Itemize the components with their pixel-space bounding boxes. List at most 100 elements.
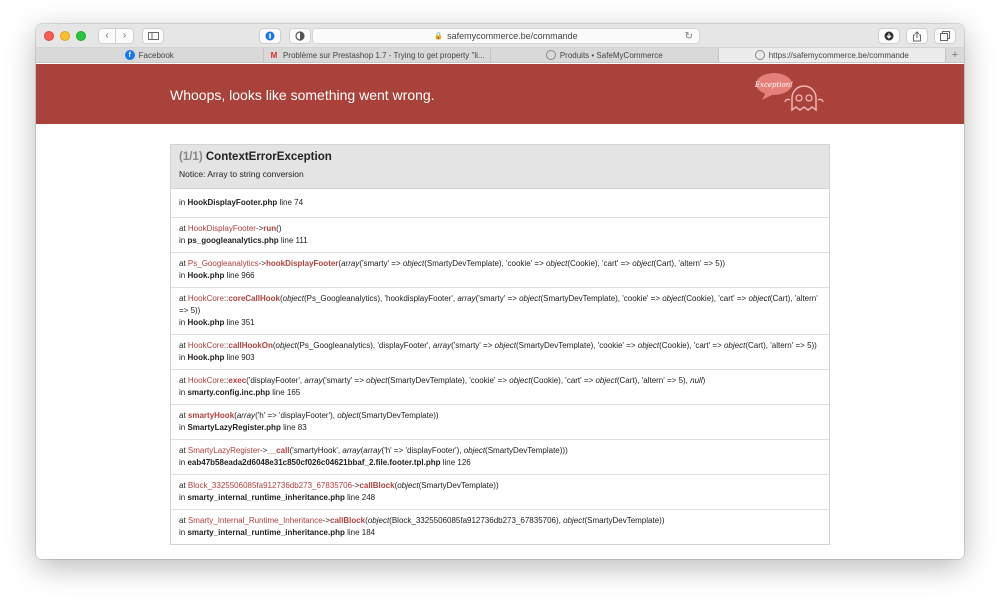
safemycommerce-icon [545,50,556,60]
trace-separator: -> [258,259,266,268]
trace-line: line 83 [283,423,307,432]
tab-facebook[interactable]: f Facebook [36,48,264,62]
new-tab-button[interactable]: + [946,48,964,62]
tab-label: https://safemycommerce.be/commande [768,50,909,60]
trace-function[interactable]: exec [228,376,246,385]
at-label: at [179,411,186,420]
trace-function[interactable]: callHookOn [228,341,272,350]
tabs-icon [940,31,950,41]
address-url: safemycommerce.be/commande [447,31,578,41]
address-bar[interactable]: 🔒 safemycommerce.be/commande ↻ [312,28,700,44]
trace-call: at HookCore::exec('displayFooter', array… [179,375,821,387]
sidebar-icon [147,31,159,40]
shield-half-icon [295,31,305,41]
trace-class[interactable]: Ps_Googleanalytics [188,259,259,268]
chevron-right-icon: › [122,30,127,41]
trace-row: at smartyHook(array('h' => 'displayFoote… [171,405,829,440]
trace-args: object(Block_3325506085fa912736db273_678… [367,516,665,525]
tab-commande[interactable]: https://safemycommerce.be/commande [718,48,946,62]
trace-file[interactable]: smarty_internal_runtime_inheritance.php [187,493,344,502]
tab-overview-button[interactable] [934,28,956,44]
trace-class[interactable]: Block_3325506085fa912736db273_67835706 [188,481,352,490]
trace-file[interactable]: smarty_internal_runtime_inheritance.php [187,528,344,537]
trace-file[interactable]: Hook.php [187,271,224,280]
in-label: in [179,493,186,502]
trace-function[interactable]: run [263,224,276,233]
trace-call: at smartyHook(array('h' => 'displayFoote… [179,410,821,422]
back-button[interactable]: ‹ [98,27,116,44]
in-label: in [179,271,186,280]
trace-line: line 248 [347,493,376,502]
share-button[interactable] [906,28,928,44]
trace-row: at Block_3325506085fa912736db273_6783570… [171,475,829,510]
browser-window: ‹ › 🔒 safemycommerce.be/commande ↻ f Fac… [36,24,964,559]
close-window-button[interactable] [44,30,54,41]
trace-call: at SmartyLazyRegister->__call('smartyHoo… [179,445,821,457]
trace-call: at HookDisplayFooter->run() [179,223,821,235]
trace-class[interactable]: HookDisplayFooter [188,224,256,233]
window-controls [44,30,86,41]
minimize-window-button[interactable] [60,30,70,41]
trace-row: at Ps_Googleanalytics->hookDisplayFooter… [171,253,829,288]
trace-args: object(SmartyDevTemplate)) [397,481,499,490]
trace-file[interactable]: eab47b58eada2d6048e31c850cf026c04621bbaf… [187,458,440,467]
trace-class[interactable]: HookCore [188,341,224,350]
share-icon [913,30,921,41]
trace-file[interactable]: Hook.php [187,353,224,362]
exception-title: (1/1) ContextErrorException [179,151,821,163]
in-label: in [179,388,186,397]
trace-location: in SmartyLazyRegister.php line 83 [179,422,821,434]
trace-file[interactable]: HookDisplayFooter.php [187,198,277,207]
extension-1password-button[interactable] [259,28,281,44]
trace-class[interactable]: HookCore [188,294,224,303]
exception-ghost-icon: Exception! [754,73,824,112]
trace-location: in Hook.php line 966 [179,270,821,282]
navigation-buttons: ‹ › [98,27,134,44]
trace-function[interactable]: hookDisplayFooter [266,259,338,268]
trace-file[interactable]: Hook.php [187,318,224,327]
trace-function[interactable]: smartyHook [188,411,234,420]
exception-badge-text: Exception! [754,81,793,89]
stack-trace-list: at HookDisplayFooter->run() in ps_googlea… [171,218,829,544]
extension-privacy-button[interactable] [289,28,311,44]
at-label: at [179,259,186,268]
error-banner: Whoops, looks like something went wrong.… [36,64,964,124]
at-label: at [179,341,186,350]
reload-icon[interactable]: ↻ [685,31,693,42]
trace-file[interactable]: ps_googleanalytics.php [187,236,278,245]
forward-button[interactable]: › [116,27,134,44]
trace-call: at HookCore::coreCallHook(object(Ps_Goog… [179,293,821,317]
sidebar-toggle-button[interactable] [142,27,164,44]
trace-file[interactable]: SmartyLazyRegister.php [187,423,280,432]
toolbar-right-buttons [878,28,956,44]
trace-function[interactable]: coreCallHook [228,294,280,303]
at-label: at [179,294,186,303]
trace-args: object(Ps_Googleanalytics), 'displayFoot… [275,341,817,350]
in-label: in [179,423,186,432]
trace-function[interactable]: callBlock [330,516,365,525]
trace-file[interactable]: smarty.config.inc.php [187,388,270,397]
trace-line: line 351 [226,318,255,327]
trace-line: line 184 [347,528,376,537]
at-label: at [179,446,186,455]
in-label: in [179,318,186,327]
tab-produits[interactable]: Produits • SafeMyCommerce [491,48,719,62]
tab-label: Facebook [138,50,174,60]
exception-message: Notice: Array to string conversion [179,169,304,179]
trace-args-close: ) [278,224,282,233]
trace-line: line 111 [280,236,308,245]
trace-class[interactable]: SmartyLazyRegister [188,446,260,455]
trace-class[interactable]: Smarty_Internal_Runtime_Inheritance [188,516,323,525]
trace-function[interactable]: callBlock [359,481,394,490]
trace-function[interactable]: __call [267,446,289,455]
trace-location: in Hook.php line 903 [179,352,821,364]
trace-args: 'displayFooter', array('smarty' => objec… [248,376,706,385]
zoom-window-button[interactable] [76,30,86,41]
tab-label: Produits • SafeMyCommerce [559,50,663,60]
tab-gmail[interactable]: M Problème sur Prestashop 1.7 - Trying t… [264,48,491,62]
at-label: at [179,481,186,490]
trace-class[interactable]: HookCore [188,376,224,385]
downloads-button[interactable] [878,28,900,44]
browser-toolbar: ‹ › 🔒 safemycommerce.be/commande ↻ [36,24,964,48]
trace-row: at SmartyLazyRegister->__call('smartyHoo… [171,440,829,475]
